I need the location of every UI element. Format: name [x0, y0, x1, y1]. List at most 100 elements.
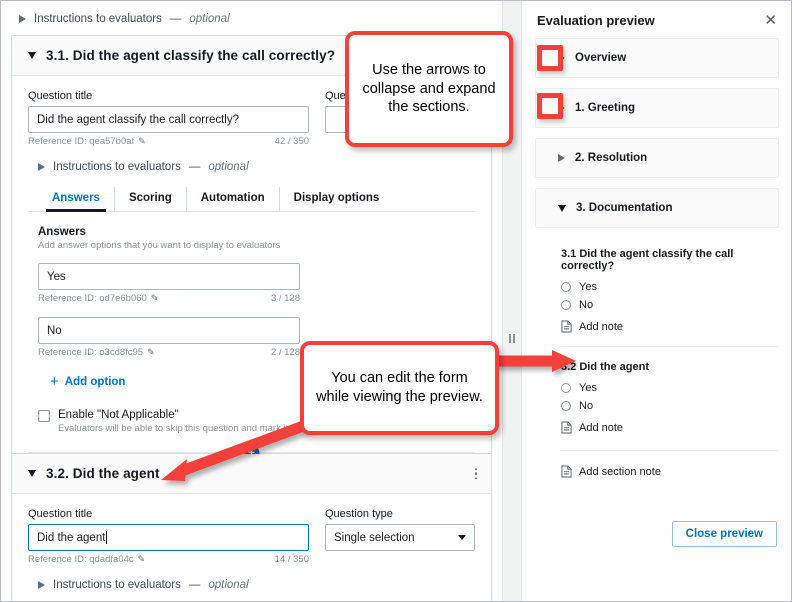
edit-pencil-icon[interactable]: ✎ — [147, 347, 155, 358]
add-question-divider: + — [28, 452, 475, 453]
answer-option-input-1[interactable]: Yes — [38, 263, 300, 290]
add-option-label: Add option — [65, 376, 126, 388]
radio-icon[interactable] — [561, 300, 571, 310]
close-icon[interactable]: ✕ — [764, 13, 777, 28]
chevron-right-icon — [38, 163, 45, 171]
chevron-down-icon[interactable] — [28, 470, 36, 477]
preview-add-note-label-3-2: Add note — [579, 422, 623, 434]
question-3-1-tabs: Answers Scoring Automation Display optio… — [28, 187, 475, 212]
preview-section-label-greeting: 1. Greeting — [575, 102, 635, 114]
chevron-down-icon[interactable] — [28, 52, 36, 59]
question-3-1-instructions-toggle[interactable]: Instructions to evaluators — optional — [28, 147, 475, 173]
preview-section-label-documentation: 3. Documentation — [576, 202, 672, 214]
chevron-down-icon — [458, 535, 466, 540]
question-3-2-instructions-toggle[interactable]: Instructions to evaluators — optional — [28, 565, 475, 591]
edit-pencil-icon[interactable]: ✎ — [151, 293, 159, 304]
preview-radio-label-no-3-2: No — [579, 400, 593, 412]
preview-radio-no-3-1[interactable]: No — [561, 299, 779, 311]
tab-display-options-3-1[interactable]: Display options — [280, 187, 394, 211]
preview-radio-label-yes-3-1: Yes — [579, 281, 597, 293]
preview-header: Evaluation preview ✕ — [523, 1, 791, 38]
preview-section-greeting[interactable]: 1. Greeting — [535, 88, 779, 128]
preview-radio-yes-3-1[interactable]: Yes — [561, 281, 779, 293]
evaluation-preview-pane: Evaluation preview ✕ Overview 1. Greetin… — [523, 1, 791, 601]
preview-radio-yes-3-2[interactable]: Yes — [561, 382, 779, 394]
note-icon — [561, 421, 572, 434]
instructions-optional: optional — [189, 13, 229, 25]
answers-subheading: Add answer options that you want to disp… — [38, 240, 475, 251]
preview-add-note-3-2[interactable]: Add note — [561, 421, 779, 434]
question-3-1-title: 3.1. Did the agent classify the call cor… — [46, 48, 335, 63]
preview-section-label-overview: Overview — [575, 52, 626, 64]
question-title-input-3-2[interactable]: Did the agent — [28, 524, 309, 551]
instructions-label: Instructions to evaluators — [34, 13, 162, 25]
question-type-value-3-2: Single selection — [334, 532, 415, 544]
annotation-callout-edit: You can edit the form while viewing the … — [300, 341, 499, 435]
char-count-3-1: 42 / 350 — [275, 136, 309, 147]
note-icon — [561, 320, 572, 333]
preview-section-overview[interactable]: Overview — [535, 38, 779, 78]
radio-icon[interactable] — [561, 401, 571, 411]
annotation-callout-arrows: Use the arrows to collapse and expand th… — [345, 31, 513, 147]
chevron-right-icon — [19, 15, 26, 23]
question-title-value-3-2: Did the agent — [37, 532, 105, 544]
answer-option-input-2[interactable]: No — [38, 317, 300, 344]
radio-icon[interactable] — [561, 282, 571, 292]
instructions-dash: — — [189, 579, 201, 591]
splitter-drag-handle-icon[interactable] — [509, 334, 515, 343]
question-3-2-menu-icon[interactable] — [475, 466, 478, 482]
radio-icon[interactable] — [561, 383, 571, 393]
answer-option-2: No Reference ID: o3cd8fc95 ✎ 2 / 128 — [38, 317, 300, 358]
answer-reference-id-2: Reference ID: o3cd8fc95 — [38, 347, 143, 358]
close-preview-button[interactable]: Close preview — [672, 521, 777, 547]
chevron-down-icon[interactable] — [558, 205, 566, 212]
note-icon — [561, 465, 572, 478]
question-3-2-title: 3.2. Did the agent — [46, 466, 160, 481]
tab-answers-3-1[interactable]: Answers — [38, 187, 115, 211]
tab-scoring-3-1[interactable]: Scoring — [115, 187, 187, 211]
preview-question-title-3-2: 3.2 Did the agent — [561, 361, 779, 373]
preview-add-note-3-1[interactable]: Add note — [561, 320, 779, 333]
instructions-dash: — — [170, 13, 182, 25]
question-title-input-3-1[interactable]: Did the agent classify the call correctl… — [28, 106, 309, 133]
preview-section-resolution[interactable]: 2. Resolution — [535, 138, 779, 178]
tab-automation-3-1[interactable]: Automation — [187, 187, 280, 211]
annotation-highlight-overview-arrow — [537, 45, 563, 71]
instructions-label: Instructions to evaluators — [53, 579, 181, 591]
preview-title: Evaluation preview — [537, 13, 655, 28]
instructions-optional: optional — [208, 579, 248, 591]
preview-divider-bottom — [561, 450, 779, 451]
chevron-right-icon[interactable] — [558, 154, 565, 162]
char-count-3-2: 14 / 350 — [275, 554, 309, 565]
preview-section-documentation[interactable]: 3. Documentation — [535, 188, 779, 228]
question-3-2-body: Question title Did the agent Reference I… — [12, 494, 491, 601]
question-title-label-3-2: Question title — [28, 508, 309, 520]
preview-radio-label-yes-3-2: Yes — [579, 382, 597, 394]
text-caret — [106, 531, 107, 544]
add-section-note-label: Add section note — [579, 466, 661, 478]
instructions-label: Instructions to evaluators — [53, 161, 181, 173]
plus-icon: + — [50, 374, 59, 389]
preview-radio-no-3-2[interactable]: No — [561, 400, 779, 412]
preview-question-3-2: 3.2 Did the agent Yes No Add note — [535, 347, 779, 434]
app-window: Instructions to evaluators — optional 3.… — [0, 0, 792, 602]
answers-heading: Answers — [38, 226, 475, 238]
not-applicable-checkbox[interactable] — [38, 410, 50, 422]
question-type-select-3-2[interactable]: Single selection — [325, 524, 475, 551]
preview-add-note-label-3-1: Add note — [579, 321, 623, 333]
preview-question-title-3-1: 3.1 Did the agent classify the call corr… — [561, 248, 779, 272]
close-preview-wrapper: Close preview — [672, 521, 777, 547]
question-title-label-3-1: Question title — [28, 90, 309, 102]
edit-pencil-icon[interactable]: ✎ — [138, 554, 146, 565]
instructions-optional: optional — [208, 161, 248, 173]
chevron-right-icon — [38, 581, 45, 589]
answer-char-count-2: 2 / 128 — [271, 347, 300, 358]
annotation-highlight-greeting-arrow — [537, 93, 563, 119]
add-section-note-button[interactable]: Add section note — [561, 465, 791, 478]
reference-id-3-2: Reference ID: qdadfa04c — [28, 554, 134, 565]
answer-option-1: Yes Reference ID: od7e6b060 ✎ 3 / 128 — [38, 263, 300, 304]
edit-pencil-icon[interactable]: ✎ — [138, 136, 146, 147]
reference-id-3-1: Reference ID: qea57b0af — [28, 136, 134, 147]
question-3-2-header[interactable]: 3.2. Did the agent — [12, 454, 491, 494]
top-instructions-toggle[interactable]: Instructions to evaluators — optional — [1, 1, 502, 35]
